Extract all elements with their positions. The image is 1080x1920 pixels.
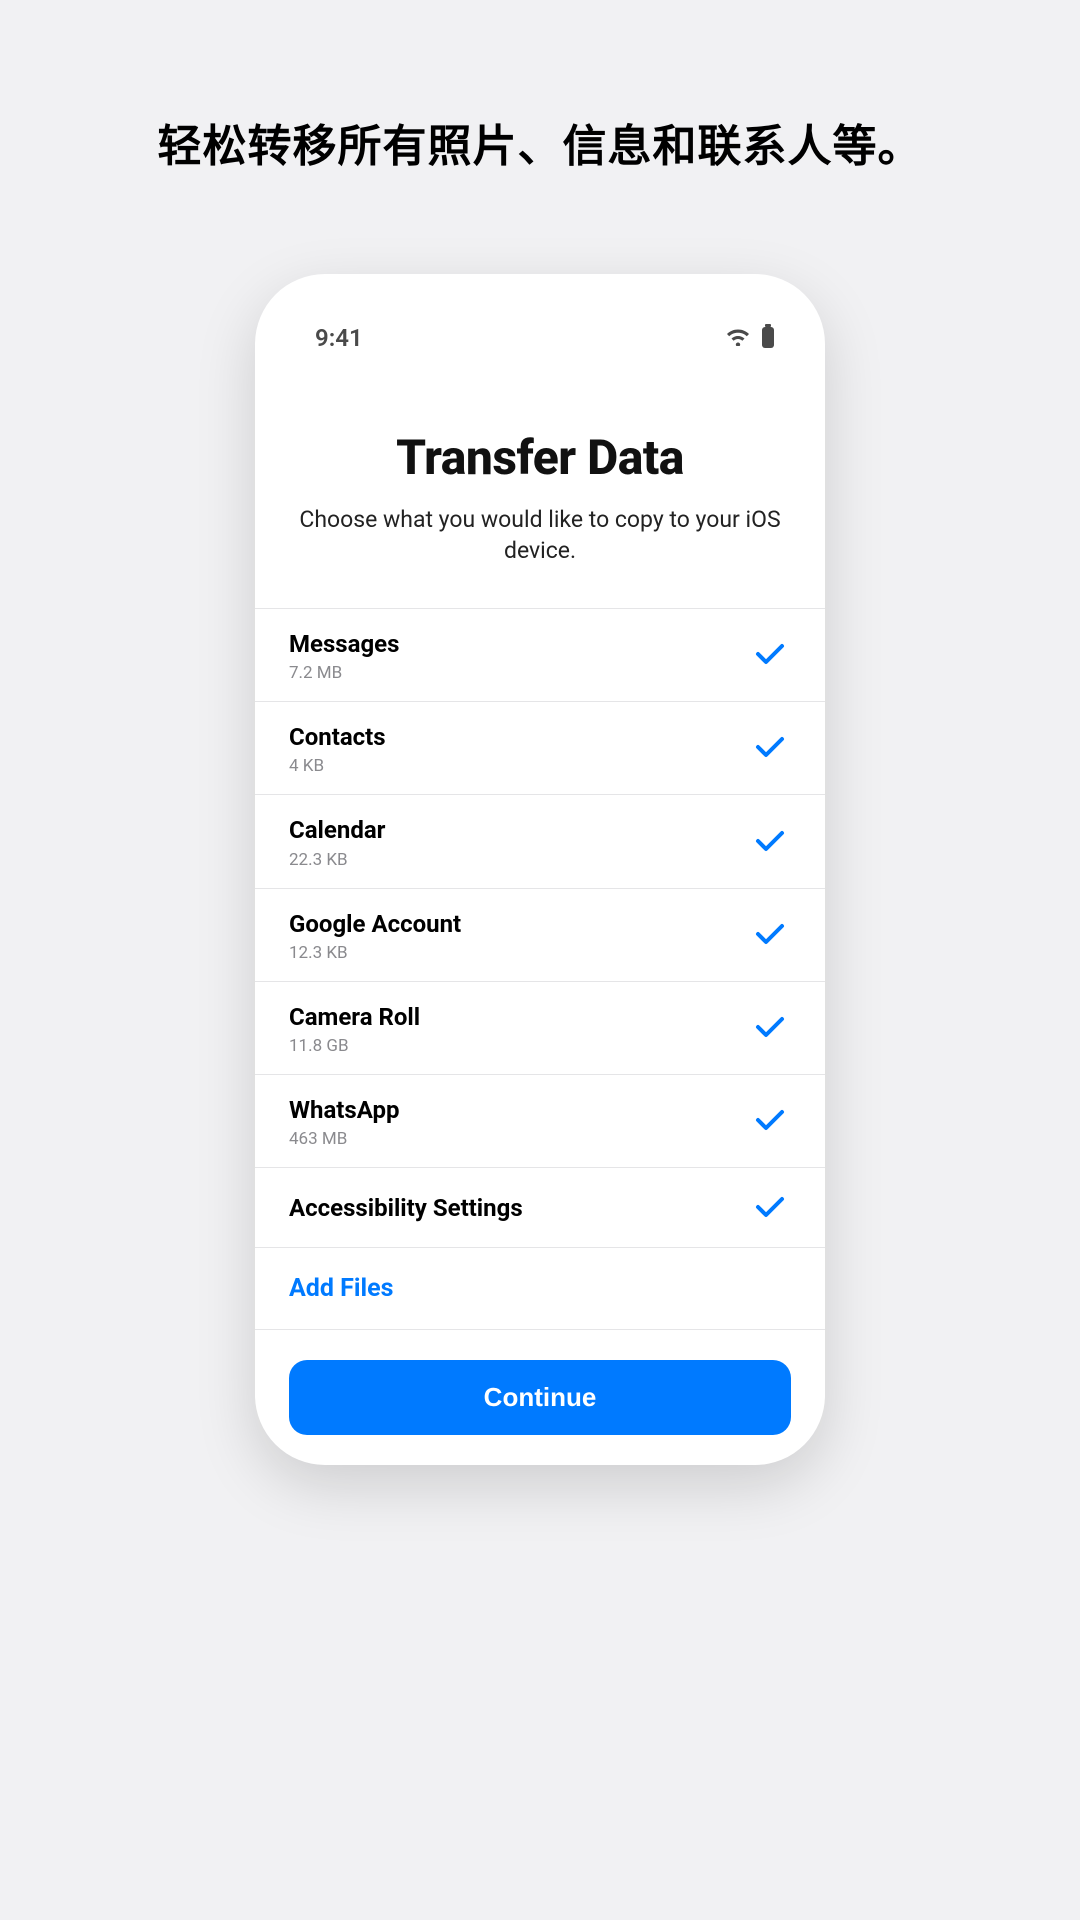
list-item-text: Camera Roll 11.8 GB: [289, 1002, 420, 1056]
status-bar: 9:41: [255, 274, 825, 364]
list-item[interactable]: Messages 7.2 MB: [255, 609, 825, 702]
screen-title: Transfer Data: [255, 429, 825, 486]
check-icon[interactable]: [755, 1108, 785, 1136]
list-item-label: Calendar: [289, 815, 385, 846]
check-icon[interactable]: [755, 1195, 785, 1223]
list-item-label: Messages: [289, 629, 399, 660]
list-item-label: Camera Roll: [289, 1002, 420, 1033]
phone-frame: 9:41 Transfer Data Choose what you would…: [255, 274, 825, 1465]
add-files-button[interactable]: Add Files: [289, 1274, 393, 1303]
list-item[interactable]: Camera Roll 11.8 GB: [255, 982, 825, 1075]
list-item-size: 463 MB: [289, 1129, 399, 1149]
battery-icon: [761, 324, 775, 352]
list-item[interactable]: Accessibility Settings: [255, 1168, 825, 1248]
list-item-size: 12.3 KB: [289, 943, 461, 963]
list-item-text: WhatsApp 463 MB: [289, 1095, 399, 1149]
check-icon[interactable]: [755, 735, 785, 763]
list-item-label: WhatsApp: [289, 1095, 399, 1126]
list-item-text: Contacts 4 KB: [289, 722, 386, 776]
list-item-label: Google Account: [289, 909, 461, 940]
check-icon[interactable]: [755, 1015, 785, 1043]
transfer-list: Messages 7.2 MB Contacts 4 KB Calendar 22.3 K…: [255, 608, 825, 1248]
status-icons: [725, 324, 775, 352]
check-icon[interactable]: [755, 922, 785, 950]
list-item[interactable]: Contacts 4 KB: [255, 702, 825, 795]
list-item-size: 11.8 GB: [289, 1036, 420, 1056]
check-icon[interactable]: [755, 642, 785, 670]
list-item-text: Calendar 22.3 KB: [289, 815, 385, 869]
list-item[interactable]: Google Account 12.3 KB: [255, 889, 825, 982]
list-item-label: Accessibility Settings: [289, 1193, 523, 1224]
status-time: 9:41: [315, 324, 363, 352]
list-item-label: Contacts: [289, 722, 386, 753]
list-item-text: Google Account 12.3 KB: [289, 909, 461, 963]
list-item-size: 4 KB: [289, 756, 386, 776]
wifi-icon: [725, 326, 751, 350]
screen-subtitle: Choose what you would like to copy to yo…: [255, 504, 825, 566]
check-icon[interactable]: [755, 829, 785, 857]
list-item[interactable]: Calendar 22.3 KB: [255, 795, 825, 888]
list-item-size: 22.3 KB: [289, 850, 385, 870]
page-heading: 轻松转移所有照片、信息和联系人等。: [0, 0, 1080, 174]
list-item[interactable]: WhatsApp 463 MB: [255, 1075, 825, 1168]
continue-button[interactable]: Continue: [289, 1360, 791, 1435]
list-item-size: 7.2 MB: [289, 663, 399, 683]
list-item-text: Messages 7.2 MB: [289, 629, 399, 683]
list-item-text: Accessibility Settings: [289, 1193, 523, 1224]
add-files-row[interactable]: Add Files: [255, 1248, 825, 1330]
